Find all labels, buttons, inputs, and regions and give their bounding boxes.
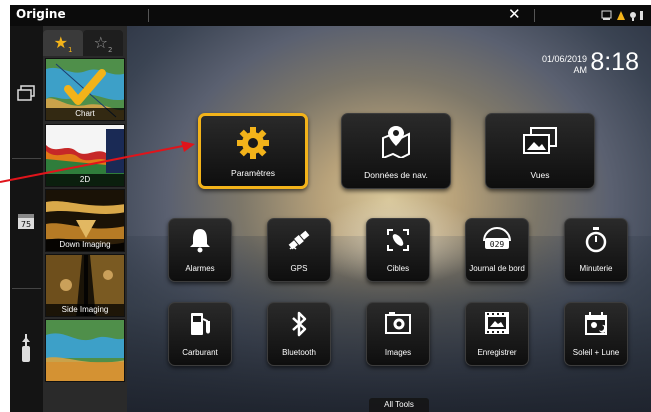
tile-enregistrer[interactable]: Enregistrer	[465, 302, 529, 366]
tile-parametres[interactable]: Paramètres	[198, 113, 308, 189]
film-icon	[466, 311, 528, 339]
tile-label: Bluetooth	[282, 348, 316, 357]
anchor-icon	[630, 12, 636, 18]
favorite-2d[interactable]: 2D	[45, 124, 125, 187]
tile-bluetooth[interactable]: Bluetooth	[267, 302, 331, 366]
tile-carburant[interactable]: Carburant	[168, 302, 232, 366]
tile-label: Cibles	[386, 264, 410, 273]
clock-date: 01/06/2019	[541, 54, 587, 64]
tile-images[interactable]: Images	[366, 302, 430, 366]
trolling-motor-icon[interactable]	[13, 334, 39, 362]
close-icon[interactable]: ✕	[508, 5, 521, 23]
targets-icon	[367, 227, 429, 257]
favorite-chart-combo[interactable]	[45, 319, 125, 382]
sun-moon-calendar-icon	[565, 311, 627, 341]
star-icon: ★	[53, 33, 68, 52]
status-icons	[600, 8, 648, 25]
tile-cibles[interactable]: Cibles	[366, 218, 430, 282]
favorite-chart[interactable]: Chart	[45, 58, 125, 121]
divider	[12, 288, 41, 289]
tile-journal-de-bord[interactable]: 029 Journal de bord	[465, 218, 529, 282]
thumb-label: Chart	[46, 108, 124, 120]
favorites-tab-2[interactable]: ☆2	[83, 30, 123, 56]
favorite-down-imaging[interactable]: Down Imaging	[45, 189, 125, 252]
tile-label: Vues	[530, 170, 550, 180]
divider	[12, 158, 41, 159]
map-pin-icon	[342, 124, 450, 162]
svg-text:75: 75	[21, 220, 31, 229]
stopwatch-icon	[565, 227, 627, 257]
anchor-icon-shaft	[632, 18, 634, 21]
tile-vues[interactable]: Vues	[485, 113, 595, 189]
left-rail: 75	[10, 26, 43, 412]
camera-icon	[367, 312, 429, 338]
image-stack-icon	[486, 126, 594, 160]
tile-label: Images	[384, 348, 412, 357]
tile-label: Journal de bord	[469, 264, 525, 273]
gear-icon	[201, 126, 305, 164]
tile-gps[interactable]: GPS	[267, 218, 331, 282]
tile-soleil-lune[interactable]: Soleil + Lune	[564, 302, 628, 366]
bell-icon	[169, 227, 231, 257]
tile-alarmes[interactable]: Alarmes	[168, 218, 232, 282]
tile-label: Minuterie	[579, 264, 613, 273]
status-icons-group	[601, 10, 643, 21]
tile-label: Alarmes	[185, 264, 215, 273]
clock-time: 8:18	[590, 48, 639, 76]
clock-ampm: AM	[573, 65, 588, 75]
svg-text:029: 029	[490, 240, 505, 249]
tools-home: 01/06/2019 AM 8:18 Paramètres Données de…	[127, 26, 651, 412]
calendar-75-icon[interactable]: 75	[13, 212, 39, 236]
separator	[534, 9, 535, 22]
tile-label: Soleil + Lune	[572, 348, 620, 357]
tile-label: Paramètres	[231, 168, 275, 178]
network-icon-base	[603, 18, 610, 20]
tab-number: 1	[67, 46, 73, 55]
favorite-side-imaging[interactable]: Side Imaging	[45, 254, 125, 317]
layers-icon[interactable]	[13, 84, 39, 108]
satellite-icon	[268, 227, 330, 257]
separator	[148, 9, 149, 22]
favorites-tab-1[interactable]: ★1	[43, 30, 83, 56]
all-tools-button[interactable]: All Tools	[369, 398, 429, 412]
top-bar: Origine ✕	[10, 5, 651, 26]
tile-label: Carburant	[182, 348, 218, 357]
star-outline-icon: ☆	[93, 33, 108, 52]
tab-number: 2	[107, 46, 113, 55]
chart-combo-thumbnail	[46, 320, 124, 381]
tile-label: Enregistrer	[477, 348, 517, 357]
sonar-icon	[640, 11, 643, 20]
thumb-label: 2D	[46, 174, 124, 186]
tile-label: Données de nav.	[364, 170, 428, 180]
bluetooth-icon	[268, 311, 330, 341]
favorites-panel: ★1 ☆2 Chart 2D Down Imaging Side Imaging	[43, 26, 127, 412]
gps-signal-icon	[617, 11, 625, 20]
tile-label: GPS	[290, 264, 308, 273]
network-icon	[601, 10, 612, 19]
favorites-tabs: ★1 ☆2	[43, 26, 127, 56]
tile-donnees-de-nav[interactable]: Données de nav.	[341, 113, 451, 189]
fuel-pump-icon	[169, 311, 231, 341]
page-title: Origine	[16, 7, 66, 21]
thumb-label: Side Imaging	[46, 304, 124, 316]
screen: Origine ✕ 75 ★1 ☆2 Chart 2D Down Imaging…	[0, 0, 651, 412]
thumb-label: Down Imaging	[46, 239, 124, 251]
odometer-icon: 029	[466, 227, 528, 257]
tile-minuterie[interactable]: Minuterie	[564, 218, 628, 282]
